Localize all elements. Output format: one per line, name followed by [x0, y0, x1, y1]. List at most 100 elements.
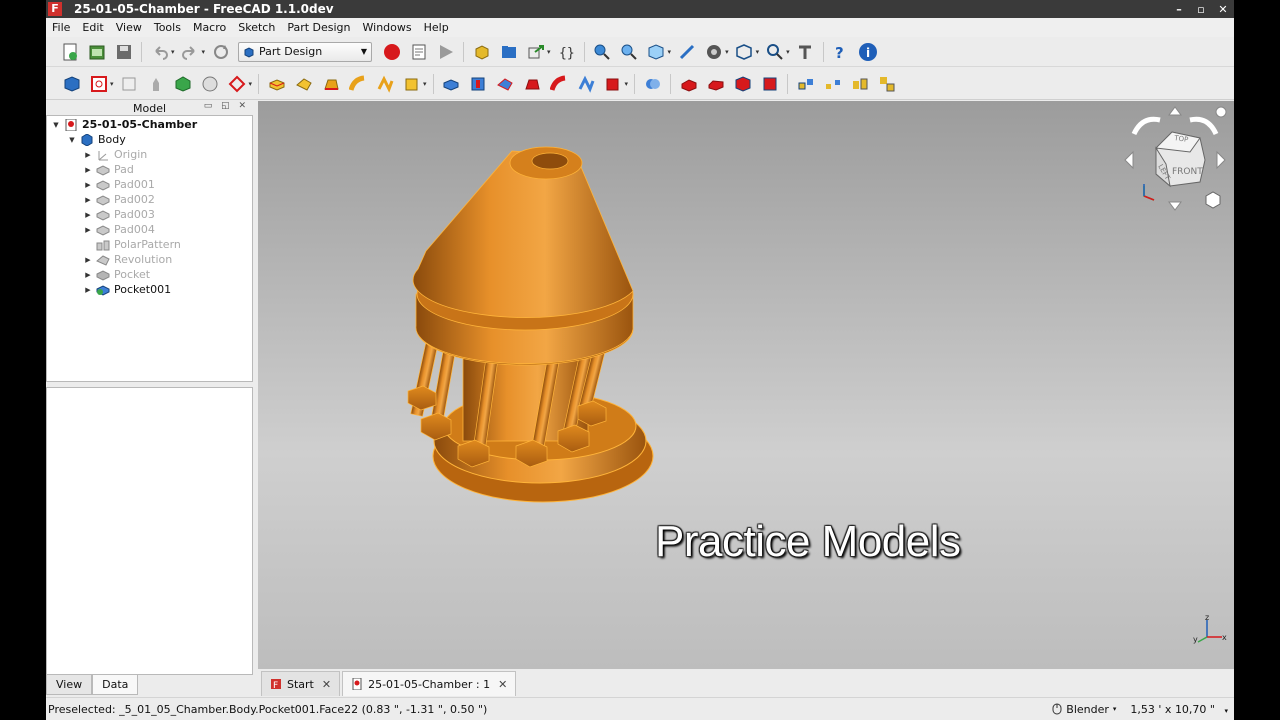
hole-icon[interactable] [467, 73, 489, 95]
undo-icon[interactable] [149, 41, 171, 63]
whats-this-icon[interactable]: ? [830, 41, 852, 63]
nav-arrow-right-icon[interactable] [1216, 150, 1226, 170]
pocket-icon[interactable] [440, 73, 462, 95]
tab-view[interactable]: View [46, 675, 93, 695]
close-tab-icon[interactable]: ✕ [322, 678, 331, 691]
chamfer-icon[interactable] [705, 73, 727, 95]
shape-binder-icon[interactable] [172, 73, 194, 95]
send-to-icon[interactable] [525, 41, 547, 63]
fit-selection-icon[interactable] [618, 41, 640, 63]
python-braces-icon[interactable]: {} [555, 41, 577, 63]
tree-item-feature[interactable]: ▶ Revolution [47, 252, 172, 267]
zoom-icon[interactable] [764, 41, 786, 63]
tree-item-feature[interactable]: ▶ Pocket001 [47, 282, 171, 297]
thickness-icon[interactable] [759, 73, 781, 95]
draw-style-icon[interactable] [703, 41, 725, 63]
navigation-cube[interactable]: TOP LEFT FRONT [1120, 104, 1230, 214]
tab-document[interactable]: 25-01-05-Chamber : 1 ✕ [342, 671, 517, 696]
chamber-model[interactable] [258, 101, 1234, 669]
expand-arrow-icon[interactable]: ▶ [83, 256, 93, 264]
menu-view[interactable]: View [109, 21, 147, 34]
expand-arrow-icon[interactable]: ▶ [83, 286, 93, 294]
save-icon[interactable] [113, 41, 135, 63]
multi-transform-icon[interactable] [876, 73, 898, 95]
tree-item-document[interactable]: ▼ 25-01-05-Chamber [47, 117, 197, 132]
pad-icon[interactable] [266, 73, 288, 95]
expand-arrow-icon[interactable]: ▼ [51, 121, 61, 129]
sub-shape-binder-icon[interactable] [199, 73, 221, 95]
expand-arrow-icon[interactable]: ▶ [83, 181, 93, 189]
mirrored-icon[interactable] [795, 73, 817, 95]
datum-icon[interactable] [226, 73, 248, 95]
info-icon[interactable]: i [857, 41, 879, 63]
create-body-icon[interactable] [61, 73, 83, 95]
addon-manager-icon[interactable] [471, 41, 493, 63]
new-document-icon[interactable] [59, 41, 81, 63]
maximize-button[interactable]: ▫ [1190, 3, 1212, 16]
helix-icon[interactable] [374, 73, 396, 95]
model-tree[interactable]: ▼ 25-01-05-Chamber ▼ Body ▶ Origin ▶ Pad… [46, 115, 253, 382]
tree-item-feature[interactable]: ▶ Origin [47, 147, 147, 162]
measure-icon[interactable] [676, 41, 698, 63]
nav-arrow-down-icon[interactable] [1168, 201, 1182, 211]
close-button[interactable]: ✕ [1212, 3, 1234, 16]
tree-item-feature[interactable]: ▶ Pad004 [47, 222, 155, 237]
loft-icon[interactable] [320, 73, 342, 95]
tree-item-body[interactable]: ▼ Body [47, 132, 125, 147]
expand-arrow-icon[interactable]: ▶ [83, 151, 93, 159]
expand-arrow-icon[interactable]: ▶ [83, 166, 93, 174]
menu-file[interactable]: File [46, 21, 75, 34]
tree-item-feature[interactable]: ▶ Pocket [47, 267, 150, 282]
nav-arrow-left-icon[interactable] [1124, 150, 1134, 170]
subtractive-pipe-icon[interactable] [548, 73, 570, 95]
linear-pattern-icon[interactable] [822, 73, 844, 95]
menu-tools[interactable]: Tools [147, 21, 186, 34]
expand-arrow-icon[interactable]: ▶ [83, 226, 93, 234]
measure-tool-icon[interactable] [794, 41, 816, 63]
expand-arrow-icon[interactable]: ▶ [83, 196, 93, 204]
rotate-left-icon[interactable] [1131, 116, 1161, 136]
menu-macro[interactable]: Macro [186, 21, 231, 34]
tab-data[interactable]: Data [92, 675, 139, 695]
expand-arrow-icon[interactable]: ▶ [83, 211, 93, 219]
groove-icon[interactable] [494, 73, 516, 95]
bounding-box-icon[interactable] [733, 41, 755, 63]
refresh-icon[interactable] [210, 41, 232, 63]
menu-windows[interactable]: Windows [356, 21, 417, 34]
folder-icon[interactable] [498, 41, 520, 63]
menu-sketch[interactable]: Sketch [231, 21, 280, 34]
dimension-readout[interactable]: 1,53 ' x 10,70 " ▾ [1130, 703, 1228, 716]
redo-icon[interactable] [179, 41, 201, 63]
panel-dock-buttons[interactable]: ▭ ◱ ✕ [204, 101, 249, 111]
tree-item-feature[interactable]: ▶ Pad002 [47, 192, 155, 207]
view-menu-cube-icon[interactable] [1205, 191, 1221, 209]
tree-item-feature[interactable]: PolarPattern [47, 237, 181, 252]
close-tab-icon[interactable]: ✕ [498, 678, 507, 691]
nav-arrow-up-icon[interactable] [1168, 106, 1182, 116]
create-sketch-icon[interactable] [88, 73, 110, 95]
menu-edit[interactable]: Edit [75, 21, 108, 34]
additive-primitive-icon[interactable] [401, 73, 423, 95]
polar-pattern-icon[interactable] [849, 73, 871, 95]
expand-arrow-icon[interactable]: ▶ [83, 271, 93, 279]
play-macro-icon[interactable] [435, 41, 457, 63]
fit-all-icon[interactable] [591, 41, 613, 63]
minimize-button[interactable]: – [1168, 3, 1190, 16]
macro-editor-icon[interactable] [408, 41, 430, 63]
clone-icon[interactable] [145, 73, 167, 95]
view-isometric-icon[interactable] [645, 41, 667, 63]
menu-part-design[interactable]: Part Design [280, 21, 355, 34]
3d-viewport[interactable]: TOP LEFT FRONT z x y Practice Models [258, 101, 1234, 669]
tab-start[interactable]: F Start ✕ [261, 671, 341, 696]
subtractive-primitive-icon[interactable] [602, 73, 624, 95]
tree-item-feature[interactable]: ▶ Pad001 [47, 177, 155, 192]
tree-item-feature[interactable]: ▶ Pad003 [47, 207, 155, 222]
subtractive-loft-icon[interactable] [521, 73, 543, 95]
rotate-right-icon[interactable] [1189, 116, 1219, 136]
menu-help[interactable]: Help [417, 21, 454, 34]
boolean-icon[interactable] [642, 73, 664, 95]
draft-icon[interactable] [732, 73, 754, 95]
record-macro-icon[interactable] [381, 41, 403, 63]
tree-item-feature[interactable]: ▶ Pad [47, 162, 134, 177]
nav-menu-icon[interactable] [1215, 106, 1227, 118]
